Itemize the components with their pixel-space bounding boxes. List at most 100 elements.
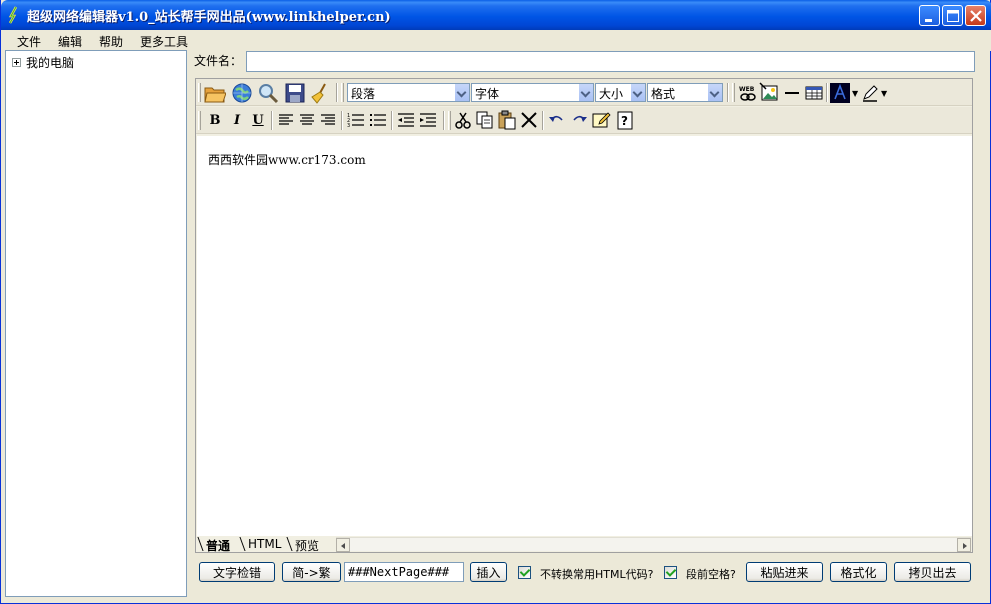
bullet-list-button[interactable] [367, 109, 389, 131]
tab-html[interactable]: HTML [242, 537, 281, 551]
menu-bar: 文件 编辑 帮助 更多工具 [1, 30, 991, 51]
editor-content[interactable]: 西西软件园www.cr173.com [197, 136, 972, 536]
indent-button[interactable] [417, 109, 439, 131]
insert-link-button[interactable]: WEB [737, 82, 759, 104]
menu-edit[interactable]: 编辑 [58, 33, 82, 50]
table-icon [805, 86, 823, 100]
paragraph-select-value: 段落 [351, 87, 376, 101]
font-select[interactable]: 字体 [471, 83, 594, 102]
web-link-icon: WEB [739, 86, 756, 101]
copy-icon [476, 111, 493, 129]
close-button[interactable] [965, 5, 986, 26]
toolbar-separator [271, 111, 273, 130]
format-button[interactable]: 格式化 [830, 562, 887, 582]
format-select-value: 格式 [651, 87, 676, 101]
paragraph-select[interactable]: 段落 [347, 83, 470, 102]
chevron-down-icon[interactable] [578, 84, 593, 101]
open-folder-button[interactable] [204, 82, 226, 104]
chevron-down-icon[interactable] [630, 84, 645, 101]
align-center-icon [300, 114, 314, 125]
toolbar-separator [443, 111, 445, 130]
copy-out-button[interactable]: 拷贝出去 [894, 562, 971, 582]
delete-x-icon [521, 112, 537, 128]
redo-icon [573, 115, 587, 122]
toolbar-grip [198, 111, 201, 130]
title-bar[interactable]: 超级网络编辑器v1.0_站长帮手网出品(www.linkhelper.cn) [1, 0, 991, 30]
highlight-dropdown-icon[interactable]: ▼ [881, 89, 887, 98]
tab-normal[interactable]: 普通 [200, 537, 230, 554]
format-select[interactable]: 格式 [647, 83, 723, 102]
size-select-value: 大小 [599, 87, 624, 101]
minimize-icon [925, 19, 932, 22]
svg-text:WEB: WEB [739, 86, 755, 93]
scroll-right-icon[interactable] [957, 538, 971, 552]
scissors-icon [455, 112, 471, 129]
menu-help[interactable]: 帮助 [99, 33, 123, 50]
outdent-button[interactable] [395, 109, 417, 131]
font-color-button[interactable] [829, 82, 851, 104]
align-left-button[interactable] [275, 109, 297, 131]
redo-button[interactable] [568, 109, 590, 131]
paste-button[interactable] [496, 109, 518, 131]
numbered-list-icon: 123 [347, 113, 364, 129]
search-button[interactable] [257, 82, 279, 104]
image-icon [759, 82, 778, 101]
magnifier-icon [259, 84, 279, 104]
simplified-to-traditional-button[interactable]: 简->繁 [282, 562, 341, 582]
font-select-value: 字体 [475, 87, 500, 101]
globe-icon [232, 83, 252, 103]
save-button[interactable] [284, 82, 306, 104]
spell-check-button[interactable]: 文字检错 [199, 562, 275, 582]
indent-space-checkbox[interactable] [664, 566, 677, 579]
folder-tree[interactable]: 我的电脑 [5, 50, 187, 597]
menu-more-tools[interactable]: 更多工具 [140, 33, 188, 50]
scroll-left-icon[interactable] [336, 538, 350, 552]
numbered-list-button[interactable]: 123 [345, 109, 367, 131]
align-left-icon [279, 114, 293, 125]
filename-input[interactable] [246, 51, 975, 72]
underline-button[interactable]: U [248, 110, 268, 130]
nextpage-separator-input[interactable] [344, 562, 464, 582]
copy-button[interactable] [474, 109, 496, 131]
menu-file[interactable]: 文件 [17, 33, 41, 50]
open-web-button[interactable] [231, 82, 253, 104]
toolbar-grip [341, 83, 344, 102]
tree-node-my-computer[interactable]: 我的电脑 [12, 54, 74, 71]
cut-button[interactable] [452, 109, 474, 131]
expand-plus-icon[interactable] [12, 58, 21, 67]
bold-button[interactable]: B [205, 110, 225, 130]
horizontal-rule-button[interactable] [781, 82, 803, 104]
toolbar-grip [732, 83, 735, 102]
toolbar-separator [391, 111, 393, 130]
no-convert-html-checkbox[interactable] [518, 566, 531, 579]
window-title: 超级网络编辑器v1.0_站长帮手网出品(www.linkhelper.cn) [27, 10, 391, 25]
delete-button[interactable] [518, 109, 540, 131]
svg-text:3: 3 [347, 123, 350, 129]
align-right-button[interactable] [317, 109, 339, 131]
undo-button[interactable] [546, 109, 568, 131]
highlight-color-button[interactable] [859, 82, 881, 104]
help-button[interactable]: ? [614, 109, 636, 131]
app-window: 超级网络编辑器v1.0_站长帮手网出品(www.linkhelper.cn) 文… [0, 0, 991, 604]
tab-preview[interactable]: 预览 [289, 537, 319, 554]
italic-button[interactable]: I [227, 110, 247, 130]
font-color-icon [830, 83, 850, 103]
paste-in-button[interactable]: 粘贴进来 [746, 562, 823, 582]
insert-table-button[interactable] [803, 82, 825, 104]
toolbar-grip [198, 83, 201, 102]
chevron-down-icon[interactable] [454, 84, 469, 101]
insert-button[interactable]: 插入 [470, 562, 507, 582]
size-select[interactable]: 大小 [595, 83, 646, 102]
chevron-down-icon[interactable] [707, 84, 722, 101]
edit-source-button[interactable] [590, 109, 612, 131]
insert-image-button[interactable] [759, 82, 781, 104]
maximize-button[interactable] [942, 5, 963, 26]
toolbar-separator [341, 111, 343, 130]
clear-button[interactable] [310, 82, 332, 104]
no-convert-html-label: 不转换常用HTML代码? [540, 568, 654, 581]
align-center-button[interactable] [296, 109, 318, 131]
editor-text[interactable]: 西西软件园www.cr173.com [208, 151, 366, 168]
font-color-dropdown-icon[interactable]: ▼ [852, 89, 858, 98]
minimize-button[interactable] [919, 5, 940, 26]
horizontal-scrollbar[interactable] [336, 537, 971, 552]
